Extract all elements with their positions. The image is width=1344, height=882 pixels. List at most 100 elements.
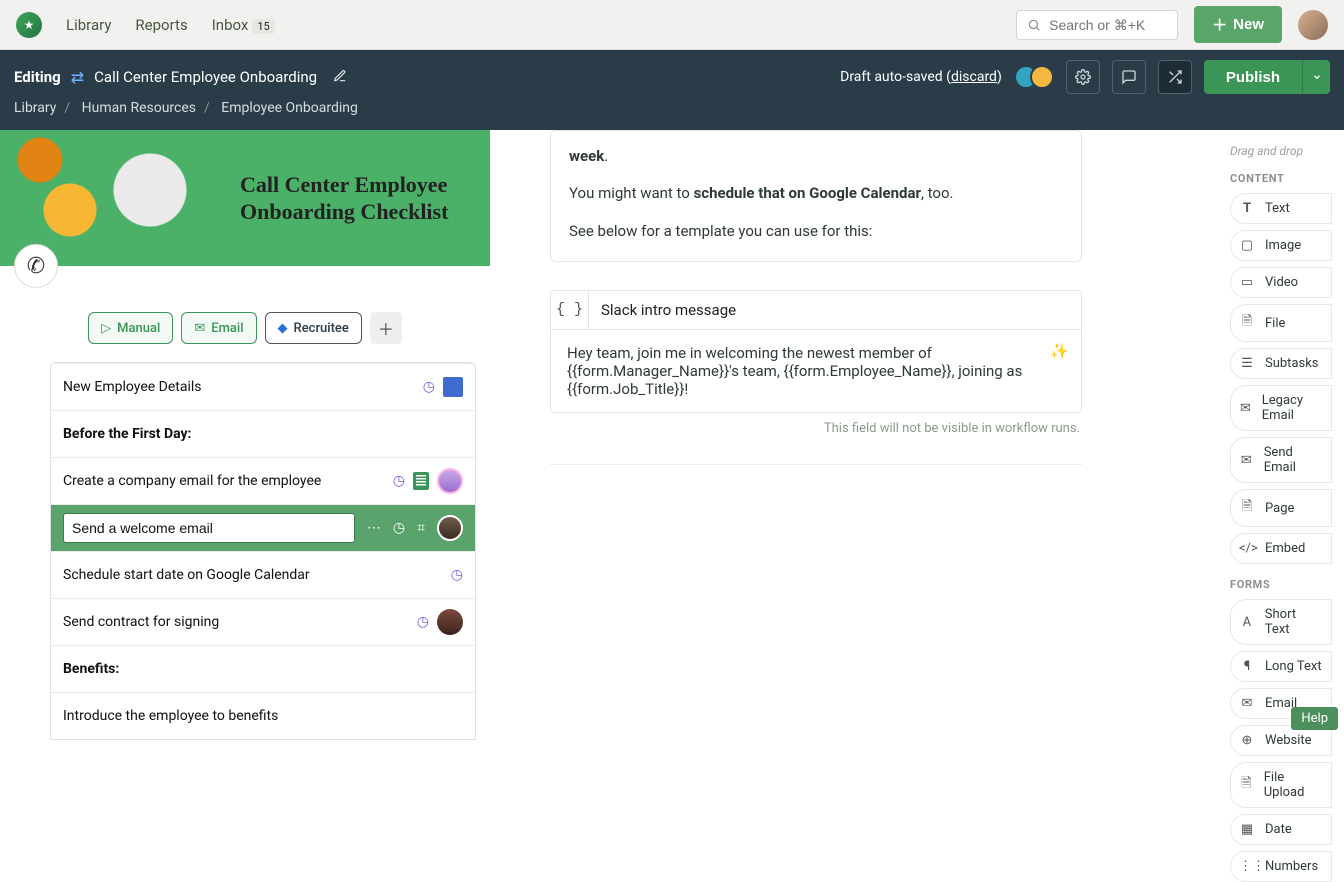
task-label: New Employee Details: [63, 379, 411, 395]
add-trigger-button[interactable]: ＋: [370, 312, 402, 344]
content-text[interactable]: 𝐓Text: [1230, 193, 1332, 224]
sync-icon: ⇄: [71, 68, 84, 87]
content-file[interactable]: 🗎File: [1230, 304, 1332, 342]
help-button[interactable]: Help: [1291, 707, 1338, 730]
content-send-email[interactable]: ✉Send Email: [1230, 437, 1332, 483]
settings-button[interactable]: [1066, 60, 1100, 94]
content-video[interactable]: ▭Video: [1230, 267, 1332, 298]
magic-icon[interactable]: ✨: [1050, 342, 1069, 360]
content-legacy-email[interactable]: ✉ Legacy Email: [1230, 385, 1332, 431]
snippet-block[interactable]: { } Slack intro message Hey team, join m…: [550, 290, 1082, 413]
task-title-input[interactable]: [63, 513, 355, 543]
more-icon[interactable]: ⋯: [367, 520, 381, 536]
play-icon: ▷: [101, 321, 111, 336]
new-button[interactable]: ＋New: [1194, 6, 1282, 43]
publish-button[interactable]: Publish: [1204, 60, 1330, 94]
task-row[interactable]: ⋯ ◷ ⌗: [51, 504, 475, 551]
form-date[interactable]: ▦Date: [1230, 814, 1332, 845]
user-avatar[interactable]: [1298, 10, 1328, 40]
content-image[interactable]: ▢ Image: [1230, 230, 1332, 261]
form-long-text[interactable]: ¶Long Text: [1230, 651, 1332, 682]
item-label: Video: [1265, 275, 1298, 290]
autosave-label: Draft auto-saved (discard): [840, 69, 1002, 85]
clock-icon[interactable]: ◷: [393, 520, 405, 536]
sheets-icon: [413, 472, 429, 490]
item-icon: 🗎: [1239, 312, 1255, 334]
nav-library[interactable]: Library: [66, 16, 111, 34]
task-number: 3: [50, 457, 51, 504]
task-section-header[interactable]: Benefits:: [51, 645, 475, 692]
comments-button[interactable]: [1112, 60, 1146, 94]
crumb-hr[interactable]: Human Resources: [82, 100, 196, 116]
assignee-avatar[interactable]: [437, 468, 463, 494]
task-number: 5: [50, 551, 51, 598]
task-list: 1New Employee Details◷2Before the First …: [50, 362, 476, 740]
item-icon: </>: [1239, 541, 1255, 556]
item-label: Website: [1265, 733, 1312, 748]
form-short-text[interactable]: AShort Text: [1230, 599, 1332, 645]
nav-reports[interactable]: Reports: [135, 16, 187, 34]
crumb-library[interactable]: Library: [14, 100, 56, 116]
drag-hint: Drag and drop: [1230, 144, 1332, 158]
forms-section-label: FORMS: [1230, 578, 1332, 591]
task-row[interactable]: Schedule start date on Google Calendar◷: [51, 551, 475, 598]
item-label: Image: [1265, 238, 1301, 253]
form-file-upload[interactable]: 🗎 File Upload: [1230, 762, 1332, 808]
nav-inbox[interactable]: Inbox15: [212, 16, 275, 34]
rename-icon[interactable]: [333, 68, 347, 87]
discard-link[interactable]: discard: [951, 69, 997, 85]
publish-caret[interactable]: [1302, 60, 1330, 94]
item-icon: ¶: [1239, 659, 1255, 674]
clock-icon[interactable]: ◷: [423, 379, 435, 395]
item-icon: ⊕: [1239, 733, 1255, 748]
search-input[interactable]: [1016, 10, 1178, 40]
form-numbers[interactable]: ⋮⋮ Numbers: [1230, 851, 1332, 882]
trigger-email[interactable]: ✉Email: [181, 312, 256, 344]
task-label: Introduce the employee to benefits: [63, 708, 451, 724]
task-label: Send contract for signing: [63, 614, 405, 630]
trigger-manual[interactable]: ▷Manual: [88, 312, 173, 344]
content-embed[interactable]: </>Embed: [1230, 533, 1332, 564]
right-sidebar: Drag and drop CONTENT 𝐓Text▢Image▭Video🗎…: [1224, 130, 1344, 751]
assignee-avatar[interactable]: [437, 609, 463, 635]
task-label: Create a company email for the employee: [63, 473, 381, 489]
search-icon: [1027, 18, 1041, 32]
task-section-header[interactable]: Before the First Day:: [51, 410, 475, 457]
snippet-title[interactable]: Slack intro message: [601, 293, 736, 327]
item-label: Short Text: [1265, 607, 1323, 637]
app-logo[interactable]: ★: [16, 12, 42, 38]
plus-icon: ＋: [1212, 14, 1227, 35]
trigger-recruitee[interactable]: ◆Recruitee: [265, 312, 362, 344]
clock-icon[interactable]: ◷: [451, 567, 463, 583]
clock-icon[interactable]: ◷: [417, 614, 429, 630]
item-icon: ✉: [1239, 401, 1252, 416]
collaborators[interactable]: [1014, 65, 1054, 89]
item-label: Legacy Email: [1262, 393, 1323, 423]
assignee-avatar[interactable]: [437, 515, 463, 541]
task-row[interactable]: Introduce the employee to benefits: [51, 692, 475, 739]
content-subtasks[interactable]: ☰Subtasks: [1230, 348, 1332, 379]
task-row[interactable]: New Employee Details ◷: [51, 363, 475, 410]
breadcrumb: Library/ Human Resources/ Employee Onboa…: [14, 94, 1330, 116]
crumb-onboarding[interactable]: Employee Onboarding: [221, 100, 358, 116]
item-label: Page: [1265, 501, 1294, 516]
item-icon: ▢: [1239, 238, 1255, 253]
item-icon: 𝐓: [1239, 201, 1255, 216]
form-icon: [443, 377, 463, 397]
item-icon: 🗎: [1239, 774, 1254, 796]
content-page[interactable]: 🗎 Page: [1230, 489, 1332, 527]
slack-icon: ⌗: [417, 520, 425, 536]
task-row[interactable]: Send contract for signing ◷: [51, 598, 475, 645]
item-icon: 🗎: [1239, 497, 1255, 519]
snippet-body[interactable]: Hey team, join me in welcoming the newes…: [551, 330, 1081, 412]
task-number: 4: [50, 504, 51, 551]
inbox-badge: 15: [252, 19, 274, 34]
item-label: Numbers: [1265, 859, 1318, 874]
shuffle-button[interactable]: [1158, 60, 1192, 94]
task-row[interactable]: Create a company email for the employee ◷: [51, 457, 475, 504]
item-label: File Upload: [1264, 770, 1323, 800]
hero-banner: Call Center EmployeeOnboarding Checklist…: [0, 130, 490, 266]
phone-icon[interactable]: ✆: [14, 244, 58, 288]
item-icon: ⋮⋮: [1239, 859, 1255, 874]
clock-icon[interactable]: ◷: [393, 473, 405, 489]
